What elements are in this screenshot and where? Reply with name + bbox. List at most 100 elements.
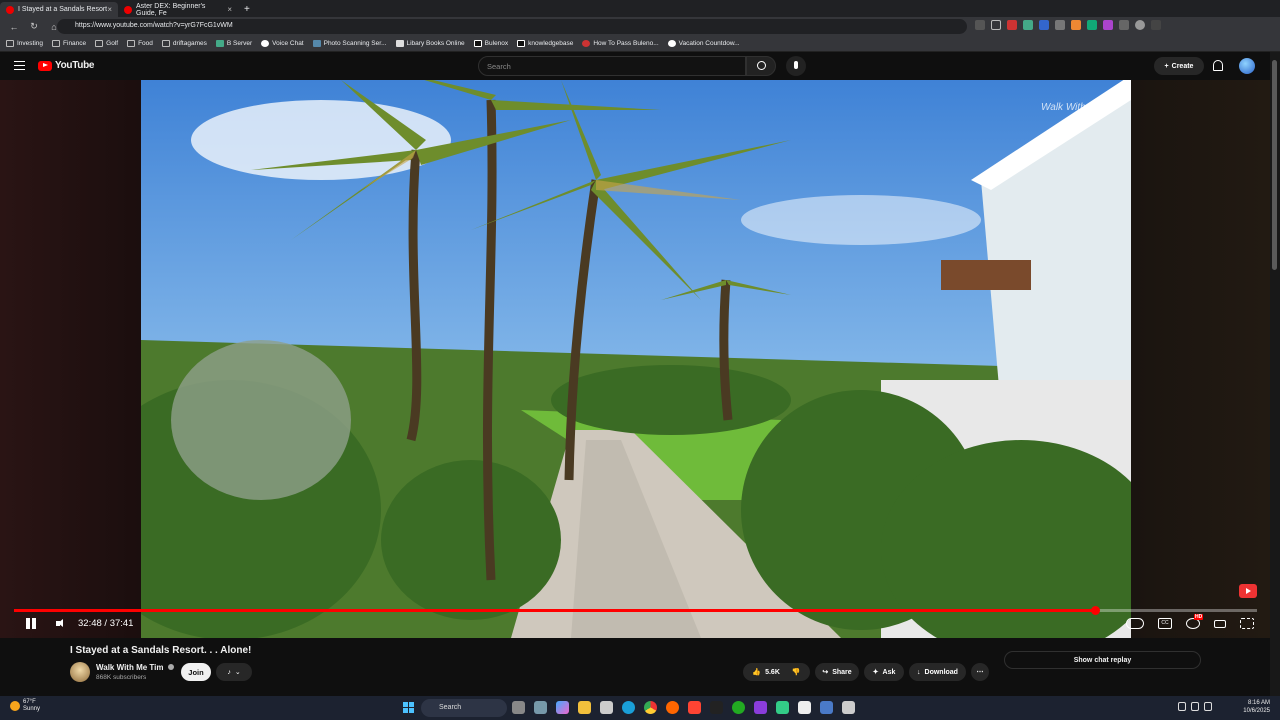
bookmark-item[interactable]: Vacation Countdow... [667, 40, 740, 47]
search-icon[interactable] [746, 56, 776, 76]
edge-icon[interactable] [622, 701, 635, 714]
create-button[interactable]: + Create [1154, 57, 1204, 75]
brave-icon[interactable] [688, 701, 701, 714]
youtube-logo-text: YouTube [55, 60, 95, 71]
bookmark-item[interactable]: B Server [215, 40, 252, 47]
autoplay-toggle-icon[interactable] [1126, 618, 1144, 629]
chrome-icon[interactable] [644, 701, 657, 714]
network-icon[interactable] [1191, 702, 1199, 711]
volume-icon[interactable] [55, 618, 66, 630]
extension-icon[interactable] [1007, 20, 1017, 30]
app-icon[interactable] [820, 701, 833, 714]
video-player[interactable]: Walk With Me 32:48 / 37:41 CC HD [0, 80, 1270, 638]
notepad-icon[interactable] [600, 701, 613, 714]
video-frame[interactable]: Walk With Me [141, 80, 1131, 638]
account-avatar[interactable] [1239, 58, 1255, 74]
plus-icon: + [1164, 62, 1169, 70]
create-label: Create [1171, 62, 1194, 70]
taskbar-search-box[interactable]: Search [421, 699, 507, 717]
player-right-controls: CC HD [1126, 614, 1254, 629]
extension-icon[interactable] [1103, 20, 1113, 30]
extension-icon[interactable] [1071, 20, 1081, 30]
download-button[interactable]: ↓ Download [909, 663, 966, 681]
bookmarks-bar: Investing Finance Golf Food driftagames … [0, 36, 1280, 52]
app-icon[interactable] [798, 701, 811, 714]
profile-icon[interactable] [1135, 20, 1145, 30]
progress-bar[interactable] [14, 606, 1257, 615]
app-icon[interactable] [842, 701, 855, 714]
bookmark-item[interactable]: Voice Chat [261, 40, 304, 47]
channel-avatar[interactable] [70, 662, 90, 682]
file-explorer-icon[interactable] [578, 701, 591, 714]
bookmark-item[interactable]: knowledgebase [517, 40, 573, 47]
channel-name[interactable]: Walk With Me Tim [96, 663, 174, 672]
notifications-bell-icon[interactable] [1213, 60, 1223, 71]
search-input[interactable]: Search [478, 56, 746, 76]
browser-tab-bar: I Stayed at a Sandals Resort × Aster DEX… [0, 0, 1280, 17]
bookmark-favicon-icon [517, 40, 526, 47]
system-tray [1178, 702, 1212, 711]
terminal-icon[interactable] [710, 701, 723, 714]
extension-icon[interactable] [1055, 20, 1065, 30]
show-chat-replay-button[interactable]: Show chat replay [1004, 651, 1201, 669]
reload-icon[interactable]: ↻ [28, 21, 40, 32]
extension-icon[interactable] [1023, 20, 1033, 30]
speaker-icon[interactable] [1204, 702, 1212, 711]
extension-icon[interactable] [1119, 20, 1129, 30]
taskbar-clock[interactable]: 8:16 AM 10/6/2025 [1236, 699, 1270, 715]
settings-app-icon[interactable] [534, 701, 547, 714]
extension-icon[interactable] [1039, 20, 1049, 30]
task-view-icon[interactable] [512, 701, 525, 714]
firefox-icon[interactable] [666, 701, 679, 714]
bookmark-item[interactable]: driftagames [161, 40, 207, 47]
bookmark-item[interactable]: Food [127, 40, 153, 47]
more-actions-button[interactable]: ⋯ [971, 663, 989, 681]
subscriber-count: 868K subscribers [96, 674, 147, 681]
bookmark-item[interactable]: Investing [6, 40, 43, 47]
bookmark-item[interactable]: Photo Scanning Ser... [312, 40, 387, 47]
bookmark-item[interactable]: Bulenox [473, 40, 508, 47]
bookmark-item[interactable]: Libary Books Online [395, 40, 465, 47]
new-tab-button[interactable]: + [238, 2, 256, 17]
page-scrollbar[interactable] [1270, 52, 1280, 696]
windows-start-icon[interactable] [403, 702, 414, 713]
settings-icon[interactable]: HD [1186, 614, 1204, 629]
close-tab-icon[interactable]: × [107, 5, 112, 14]
scrollbar-thumb[interactable] [1272, 60, 1277, 270]
weather-widget[interactable]: 67°F Sunny [10, 699, 40, 713]
join-button[interactable]: Join [181, 663, 211, 681]
youtube-logo[interactable]: YouTube [38, 60, 95, 71]
tab-aster-dex[interactable]: Aster DEX: Beginner's Guide, Fe × [118, 2, 238, 17]
subscribe-badge-icon[interactable] [1239, 584, 1257, 598]
bookmark-item[interactable]: How To Pass Buleno... [582, 40, 659, 47]
sun-icon [10, 701, 20, 711]
extension-icon[interactable] [975, 20, 985, 30]
theater-icon[interactable] [1214, 620, 1226, 628]
extension-icon[interactable] [1087, 20, 1097, 30]
share-button[interactable]: ↪ Share [815, 663, 859, 681]
url-input[interactable]: https://www.youtube.com/watch?v=yrG7FcG1… [57, 19, 967, 34]
app-icon[interactable] [754, 701, 767, 714]
close-tab-icon[interactable]: × [227, 5, 232, 14]
tab-sandals[interactable]: I Stayed at a Sandals Resort × [0, 2, 118, 17]
cc-icon[interactable]: CC [1158, 618, 1172, 629]
xbox-icon[interactable] [732, 701, 745, 714]
video-title: I Stayed at a Sandals Resort. . . Alone! [70, 645, 252, 656]
hamburger-menu-icon[interactable] [14, 61, 25, 70]
bookmark-item[interactable]: Finance [52, 40, 86, 47]
back-icon[interactable]: ← [8, 22, 20, 32]
bookmark-item[interactable]: Golf [95, 40, 118, 47]
star-icon[interactable] [991, 20, 1001, 30]
ask-button[interactable]: ✦ Ask [864, 663, 904, 681]
menu-icon[interactable] [1151, 20, 1161, 30]
pause-button[interactable] [26, 618, 37, 630]
app-icon[interactable] [776, 701, 789, 714]
copilot-icon[interactable] [556, 701, 569, 714]
like-dislike-button[interactable]: 👍 5.6K 👎 [743, 663, 810, 681]
channel-watermark: Walk With Me [1041, 102, 1103, 113]
youtube-play-icon [38, 60, 52, 71]
microphone-icon[interactable] [786, 56, 806, 76]
fullscreen-icon[interactable] [1240, 618, 1254, 629]
subscribed-bell-button[interactable]: ♪ ⌄ [216, 663, 252, 681]
tray-chevron-icon[interactable] [1178, 702, 1186, 711]
